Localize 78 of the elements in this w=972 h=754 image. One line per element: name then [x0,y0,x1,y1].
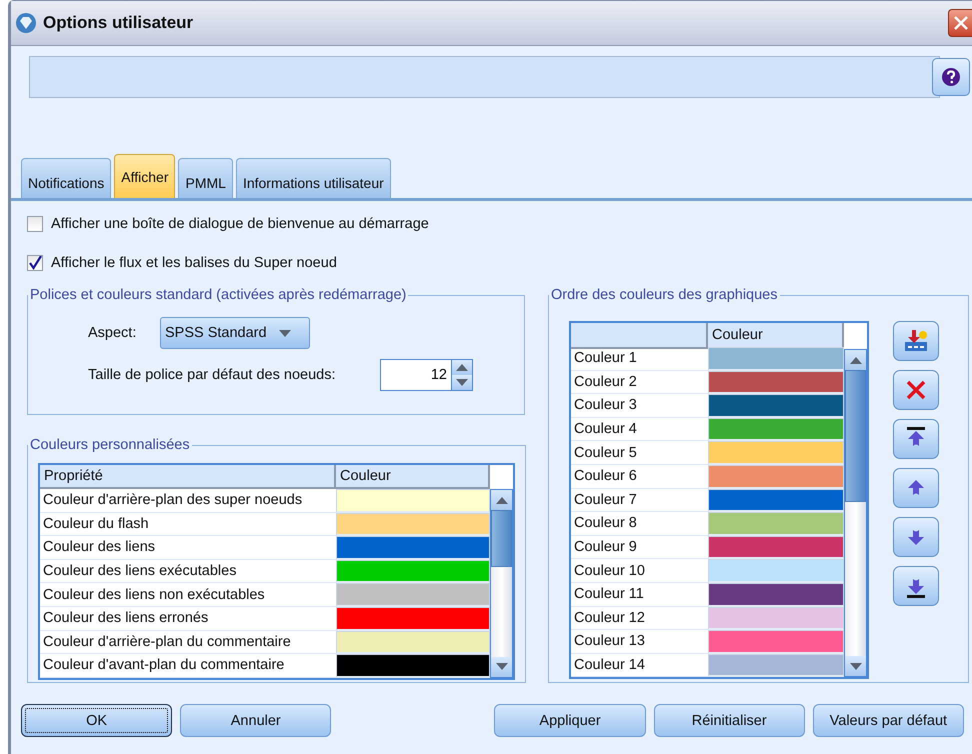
field-label: Taille de police par défaut des noeuds: [88,367,336,383]
delete-button[interactable] [893,370,939,410]
table-cell: Couleur d'arrière-plan du commentaire [40,630,336,654]
dialog-button[interactable]: Appliquer [494,704,646,737]
color-swatch[interactable] [336,512,490,536]
scroll-down-arrow-icon [850,662,862,670]
color-swatch[interactable] [708,418,844,442]
checkmark-icon [28,256,42,270]
group-title: Polices et couleurs standard (activées après redémarrage) [29,287,408,303]
font-size-field[interactable]: 12 [380,359,452,391]
color-swatch[interactable] [336,536,490,560]
color-swatch[interactable] [708,630,844,654]
move-to-bottom-button[interactable] [893,566,939,606]
dialog-button[interactable]: Réinitialiser [654,704,805,737]
column-header[interactable]: Couleur [336,465,490,489]
color-swatch[interactable] [708,606,844,630]
color-swatch[interactable] [708,512,844,536]
spin-up-icon [456,364,468,371]
color-swatch[interactable] [708,488,844,512]
delete-icon [905,379,927,401]
table-cell: Couleur d'arrière-plan des super noeuds [40,489,336,513]
checkbox[interactable] [27,255,43,271]
color-swatch[interactable] [336,630,490,654]
color-swatch[interactable] [708,582,844,607]
tab[interactable]: Notifications [21,158,112,198]
table-cell: Couleur d'avant-plan du commentaire [40,654,336,678]
dialog-button[interactable]: Valeurs par défaut [812,704,964,737]
spinner-buttons[interactable] [452,359,473,391]
tab[interactable]: Informations utilisateur [236,158,391,198]
dialog-button[interactable]: OK [21,704,172,737]
color-swatch[interactable] [708,370,844,394]
app-logo-icon [15,12,37,34]
insert-color-button[interactable] [893,321,939,361]
group-title: Ordre des couleurs des graphiques [550,287,778,303]
help-icon [941,67,961,87]
table-cell: Couleur des liens exécutables [40,560,336,584]
move-up-button[interactable] [893,468,939,508]
checkbox-label: Afficher une boîte de dialogue de bienvenue au démarrage [51,216,429,232]
scroll-up-arrow-icon [850,356,862,364]
scroll-up-arrow-icon [496,496,508,504]
scrollbar[interactable] [490,489,513,678]
scrollbar[interactable] [844,349,867,678]
close-icon [952,15,968,31]
column-header[interactable]: Couleur [708,323,844,349]
move-to-top-button[interactable] [893,419,939,459]
field-label: Aspect: [88,325,138,341]
checkbox[interactable] [27,216,43,232]
table-cell: Couleur des liens [40,536,336,560]
table-cell: Couleur des liens non exécutables [40,583,336,607]
close-button[interactable] [948,9,972,37]
color-swatch[interactable] [336,654,490,678]
table-cell: Couleur des liens erronés [40,606,336,631]
aspect-dropdown[interactable]: SPSS Standard [160,317,310,349]
color-swatch[interactable] [708,559,844,583]
dropdown-caret-icon [278,330,291,336]
group-title: Couleurs personnalisées [29,437,191,453]
color-swatch[interactable] [336,606,490,631]
color-swatch[interactable] [708,347,844,371]
dialog-button[interactable]: Annuler [180,704,332,737]
color-swatch[interactable] [336,489,490,513]
column-header[interactable]: Propriété [40,465,336,489]
color-swatch[interactable] [708,464,844,489]
checkbox-label: Afficher le flux et les balises du Super noeud [51,255,337,271]
tab[interactable]: PMML [178,158,233,198]
window-title: Options utilisateur [43,13,194,33]
color-swatch[interactable] [708,654,844,678]
tab[interactable]: Afficher [114,154,176,198]
color-swatch[interactable] [336,583,490,607]
color-swatch[interactable] [708,536,844,560]
help-button[interactable] [932,58,970,96]
table-cell: Couleur du flash [40,512,336,536]
color-swatch[interactable] [336,560,490,584]
move-down-button[interactable] [893,517,939,557]
color-swatch[interactable] [708,441,844,465]
color-swatch[interactable] [708,394,844,418]
insert-row-icon [903,329,929,353]
scroll-down-arrow-icon [496,663,508,670]
spin-down-icon [456,379,468,386]
